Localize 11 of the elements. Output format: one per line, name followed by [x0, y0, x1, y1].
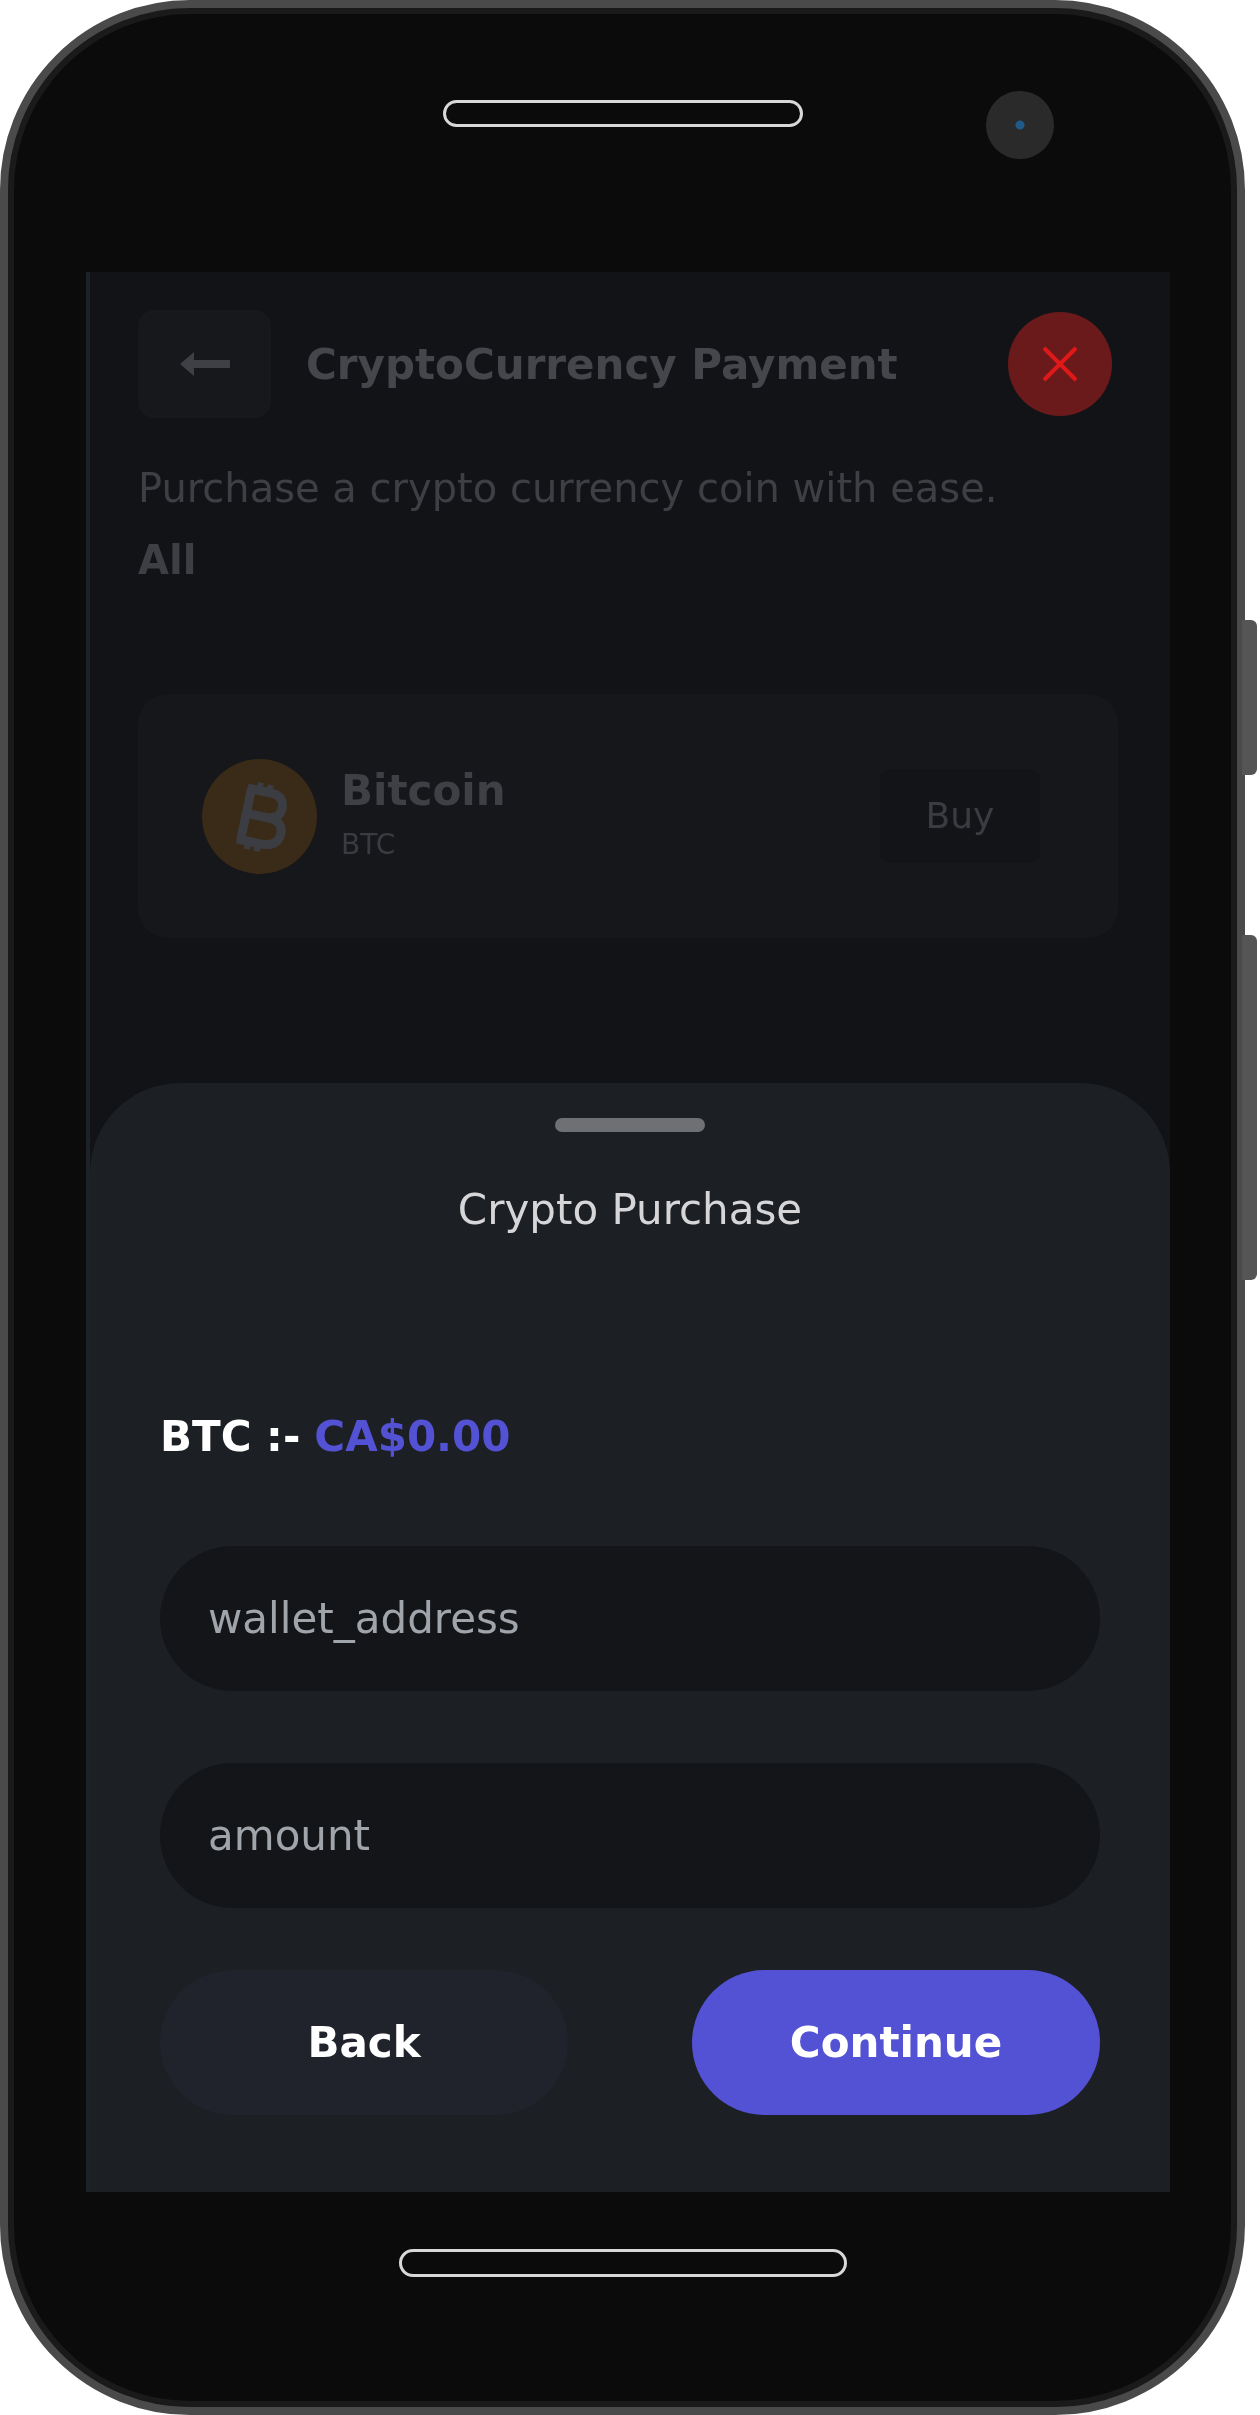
back-button[interactable] — [138, 310, 271, 418]
back-button[interactable]: Back — [160, 1970, 568, 2115]
close-icon — [1040, 344, 1080, 384]
input-field[interactable]: amount — [160, 1763, 1100, 1908]
sheet-title: Crypto Purchase — [456, 1184, 804, 1236]
bitcoin-icon — [202, 758, 317, 874]
rate-label: BTC :- — [160, 1411, 301, 1463]
continue-button[interactable]: Continue — [692, 1970, 1100, 2115]
drag-handle[interactable] — [555, 1118, 705, 1132]
input-field[interactable]: wallet_address — [160, 1546, 1100, 1691]
price-text: CA$0.00 — [314, 1411, 511, 1463]
